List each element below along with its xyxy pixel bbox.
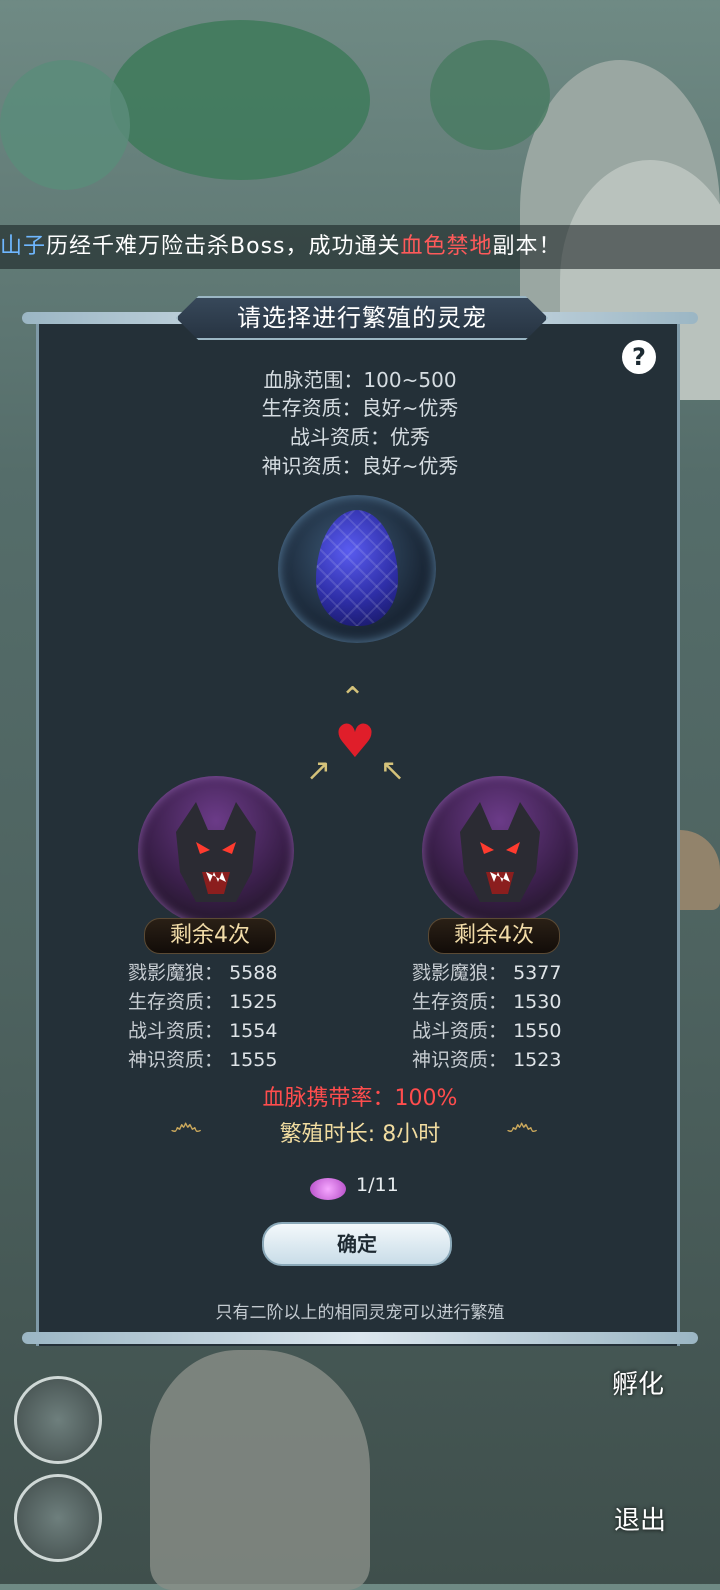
pet-left-stat-row: 战斗资质： 1554 bbox=[128, 1016, 277, 1043]
stat-label: 战斗资质： bbox=[128, 1020, 224, 1042]
breeding-note: 只有二阶以上的相同灵宠可以进行繁殖 bbox=[215, 1303, 505, 1323]
pet-left-stat-row: 戮影魔狼： 5588 bbox=[128, 958, 277, 985]
pet-right-remaining: 剩余4次 bbox=[428, 918, 560, 954]
pet-left-stat-row: 神识资质： 1555 bbox=[128, 1045, 277, 1072]
breeding-item-icon bbox=[310, 1178, 346, 1200]
stat-label: 神识资质： bbox=[412, 1049, 508, 1071]
swirl-right-icon: ෴ bbox=[506, 1104, 539, 1144]
tree bbox=[430, 40, 550, 150]
tree bbox=[110, 20, 370, 180]
pet-avatar[interactable] bbox=[14, 1376, 102, 1464]
stat-label: 生存资质： bbox=[128, 991, 224, 1013]
requirement-bloodline: 血脉范围：100~500 bbox=[263, 368, 457, 392]
arrow-left-icon: ↗ bbox=[306, 753, 332, 788]
wolf-icon bbox=[460, 802, 540, 902]
pet-avatar[interactable] bbox=[14, 1474, 102, 1562]
dialog-title: 请选择进行繁殖的灵宠 bbox=[176, 296, 548, 340]
player-name: 山子 bbox=[0, 234, 47, 259]
stat-label: 战斗资质： bbox=[412, 1020, 508, 1042]
breeding-duration: 繁殖时长: 8小时 bbox=[279, 1122, 441, 1147]
stat-label: 生存资质： bbox=[412, 991, 508, 1013]
pet-right-stat-row: 神识资质： 1523 bbox=[412, 1045, 561, 1072]
confirm-button[interactable]: 确定 bbox=[262, 1222, 452, 1266]
heart-icon: ♥ bbox=[334, 714, 376, 768]
requirement-spirit: 神识资质：良好~优秀 bbox=[261, 454, 459, 478]
announcement-marquee: 山子历经千难万险击杀Boss，成功通关血色禁地副本！ bbox=[0, 225, 720, 269]
stat-label: 神识资质： bbox=[128, 1049, 224, 1071]
rock bbox=[150, 1350, 370, 1590]
announcement-suffix: 副本！ bbox=[492, 234, 562, 259]
swirl-left-icon: ෴ bbox=[170, 1104, 203, 1144]
stat-label: 戮影魔狼： bbox=[412, 962, 508, 984]
stat-value: 5588 bbox=[229, 962, 278, 984]
pet-left-remaining: 剩余4次 bbox=[144, 918, 276, 954]
requirement-survival: 生存资质：良好~优秀 bbox=[261, 396, 459, 420]
pet-right-stat-row: 战斗资质： 1550 bbox=[412, 1016, 561, 1043]
stat-value: 1550 bbox=[513, 1020, 562, 1042]
tree bbox=[0, 60, 130, 190]
stat-value: 1530 bbox=[513, 991, 562, 1013]
exit-button[interactable]: 退出 bbox=[614, 1500, 666, 1537]
dialog-bottom-border bbox=[22, 1332, 698, 1344]
pet-left-stat-row: 生存资质： 1525 bbox=[128, 987, 277, 1014]
stat-label: 戮影魔狼： bbox=[128, 962, 224, 984]
pet-slot-right[interactable] bbox=[422, 776, 578, 926]
stat-value: 5377 bbox=[513, 962, 562, 984]
arrow-up-icon: ⌃ bbox=[340, 681, 366, 716]
stat-value: 1555 bbox=[229, 1049, 278, 1071]
bloodline-rate: 血脉携带率：100% bbox=[262, 1086, 458, 1111]
announcement-text: 历经千难万险击杀Boss，成功通关 bbox=[46, 234, 401, 259]
requirement-combat: 战斗资质：优秀 bbox=[290, 425, 430, 449]
pet-right-stat-row: 生存资质： 1530 bbox=[412, 987, 561, 1014]
arrow-right-icon: ↖ bbox=[380, 753, 406, 788]
pet-slot-left[interactable] bbox=[138, 776, 294, 926]
stat-value: 1554 bbox=[229, 1020, 278, 1042]
dungeon-name: 血色禁地 bbox=[400, 234, 493, 259]
wolf-icon bbox=[176, 802, 256, 902]
hatch-button[interactable]: 孵化 bbox=[612, 1364, 664, 1401]
stat-value: 1525 bbox=[229, 991, 278, 1013]
stat-value: 1523 bbox=[513, 1049, 562, 1071]
item-count: 1/11 bbox=[356, 1174, 399, 1196]
pet-right-stat-row: 戮影魔狼： 5377 bbox=[412, 958, 561, 985]
